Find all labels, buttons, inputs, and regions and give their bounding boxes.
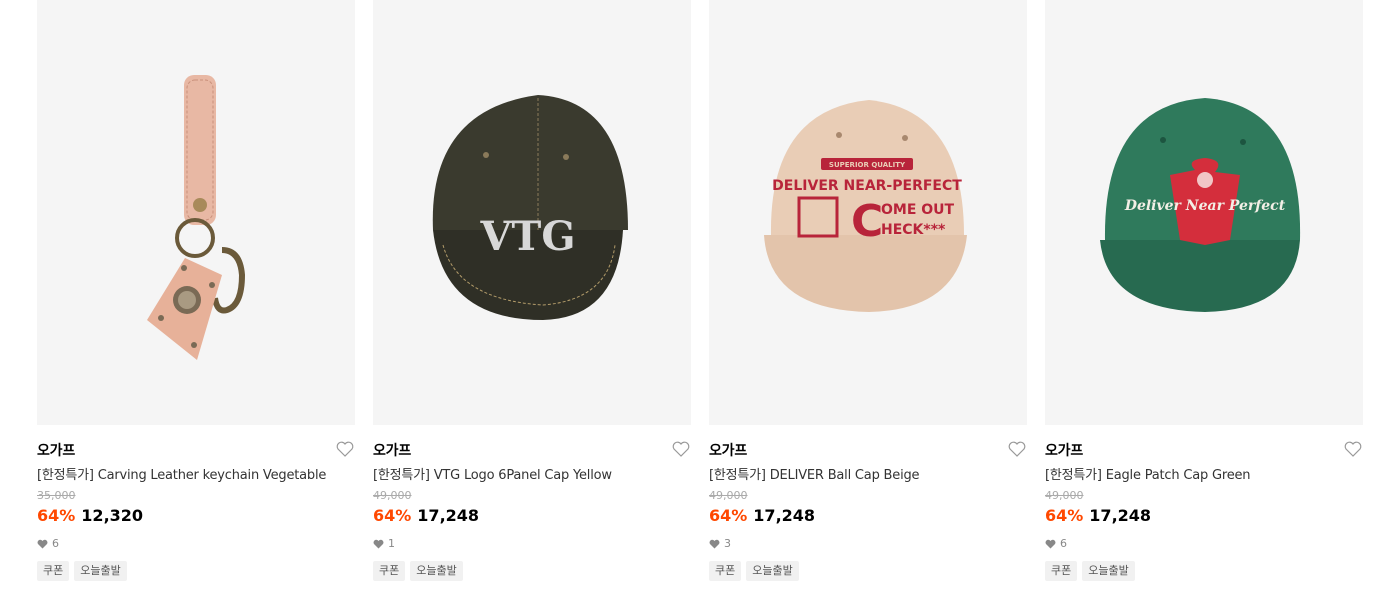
cap-c2-text: HECK*** — [881, 222, 946, 238]
product-title[interactable]: [한정특가] DELIVER Ball Cap Beige — [709, 464, 1027, 483]
product-card[interactable]: VTG 오가프 [한정특가] VTG Logo 6Panel Cap Yello… — [373, 0, 691, 605]
like-count: 6 — [37, 537, 59, 550]
product-card[interactable]: SUPERIOR QUALITY DELIVER NEAR-PERFECT C … — [709, 0, 1027, 605]
cap-c1-text: OME OUT — [881, 202, 955, 218]
price-row: 64% 12,320 — [37, 506, 143, 525]
product-image[interactable]: Deliver Near Perfect — [1045, 0, 1363, 425]
product-image[interactable] — [37, 0, 355, 425]
original-price: 49,000 — [709, 489, 748, 502]
tag-coupon: 쿠폰 — [709, 561, 742, 581]
heart-icon[interactable] — [335, 439, 355, 459]
product-card[interactable]: 오가프 [한정특가] Carving Leather keychain Vege… — [37, 0, 355, 605]
tag-today-shipping: 오늘출발 — [410, 561, 463, 581]
brand-name[interactable]: 오가프 — [1045, 440, 1083, 460]
discount-rate: 64% — [37, 506, 76, 525]
discount-rate: 64% — [1045, 506, 1084, 525]
product-title[interactable]: [한정특가] VTG Logo 6Panel Cap Yellow — [373, 464, 691, 483]
tag-list: 쿠폰 오늘출발 — [1045, 561, 1135, 581]
like-count-value: 6 — [52, 537, 59, 550]
sale-price: 17,248 — [753, 506, 816, 525]
discount-rate: 64% — [709, 506, 748, 525]
cap-logo-text: VTG — [480, 213, 576, 260]
price-row: 64% 17,248 — [373, 506, 479, 525]
product-image[interactable]: VTG — [373, 0, 691, 425]
cap-script-text: Deliver Near Perfect — [1124, 198, 1286, 214]
brand-name[interactable]: 오가프 — [37, 440, 75, 460]
heart-filled-icon — [373, 539, 384, 548]
brand-name[interactable]: 오가프 — [709, 440, 747, 460]
original-price: 49,000 — [1045, 489, 1084, 502]
heart-icon[interactable] — [1343, 439, 1363, 459]
original-price: 49,000 — [373, 489, 412, 502]
heart-filled-icon — [37, 539, 48, 548]
cap-main-text: DELIVER NEAR-PERFECT — [772, 178, 962, 194]
like-count-value: 1 — [388, 537, 395, 550]
tag-coupon: 쿠폰 — [1045, 561, 1078, 581]
tag-today-shipping: 오늘출발 — [1082, 561, 1135, 581]
tag-list: 쿠폰 오늘출발 — [709, 561, 799, 581]
original-price: 35,000 — [37, 489, 76, 502]
tag-coupon: 쿠폰 — [373, 561, 406, 581]
product-title[interactable]: [한정특가] Eagle Patch Cap Green — [1045, 464, 1363, 483]
like-count: 3 — [709, 537, 731, 550]
like-count-value: 6 — [1060, 537, 1067, 550]
heart-filled-icon — [1045, 539, 1056, 548]
price-row: 64% 17,248 — [709, 506, 815, 525]
leather-keychain-image — [147, 75, 246, 360]
product-title[interactable]: [한정특가] Carving Leather keychain Vegetabl… — [37, 464, 355, 483]
sale-price: 12,320 — [81, 506, 144, 525]
sale-price: 17,248 — [1089, 506, 1152, 525]
product-card[interactable]: Deliver Near Perfect 오가프 [한정특가] Eagle Pa… — [1045, 0, 1363, 605]
discount-rate: 64% — [373, 506, 412, 525]
like-count-value: 3 — [724, 537, 731, 550]
tag-today-shipping: 오늘출발 — [746, 561, 799, 581]
sale-price: 17,248 — [417, 506, 480, 525]
deliver-cap-image: SUPERIOR QUALITY DELIVER NEAR-PERFECT C … — [764, 100, 967, 312]
brand-name[interactable]: 오가프 — [373, 440, 411, 460]
tag-today-shipping: 오늘출발 — [74, 561, 127, 581]
eagle-cap-image: Deliver Near Perfect — [1100, 98, 1301, 312]
tag-coupon: 쿠폰 — [37, 561, 70, 581]
product-grid: 오가프 [한정특가] Carving Leather keychain Vege… — [0, 0, 1386, 605]
like-count: 1 — [373, 537, 395, 550]
tag-list: 쿠폰 오늘출발 — [373, 561, 463, 581]
heart-icon[interactable] — [1007, 439, 1027, 459]
price-row: 64% 17,248 — [1045, 506, 1151, 525]
vtg-cap-image: VTG — [432, 95, 628, 320]
heart-filled-icon — [709, 539, 720, 548]
cap-top-text: SUPERIOR QUALITY — [829, 161, 906, 169]
product-image[interactable]: SUPERIOR QUALITY DELIVER NEAR-PERFECT C … — [709, 0, 1027, 425]
like-count: 6 — [1045, 537, 1067, 550]
heart-icon[interactable] — [671, 439, 691, 459]
svg-text:C: C — [851, 196, 883, 247]
tag-list: 쿠폰 오늘출발 — [37, 561, 127, 581]
